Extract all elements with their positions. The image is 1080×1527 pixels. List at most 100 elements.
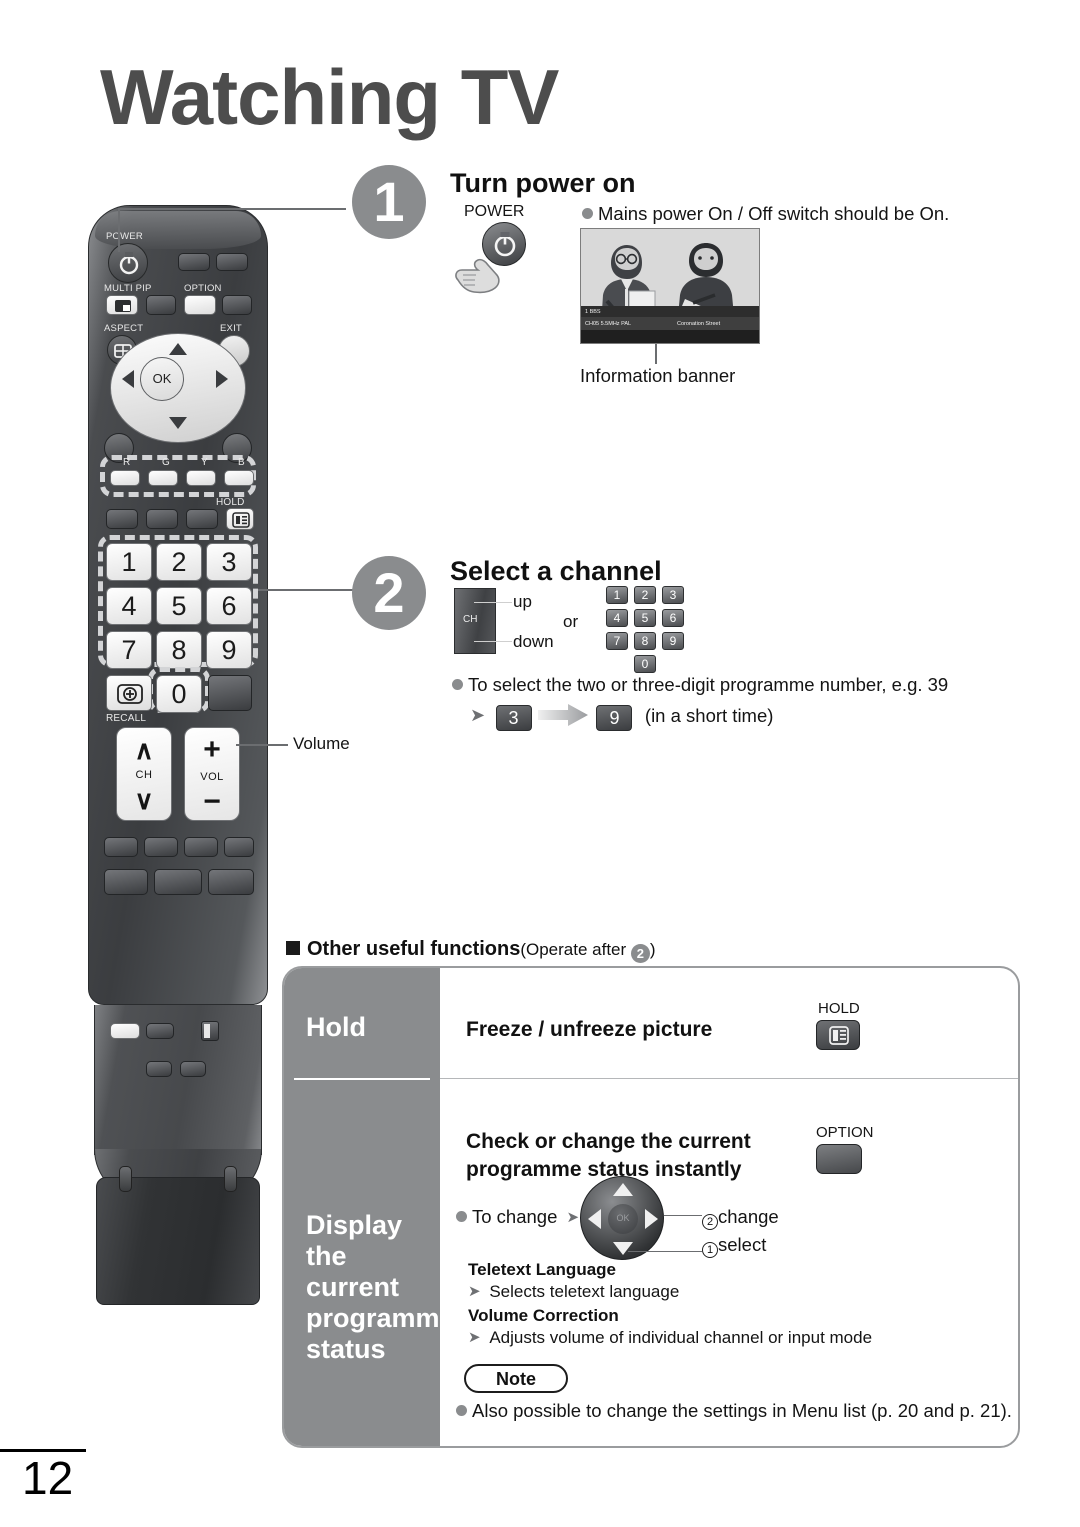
function-dpad-ok[interactable]: OK	[608, 1204, 638, 1234]
note-text: Also possible to change the settings in …	[472, 1400, 1012, 1421]
remote-key-9[interactable]: 9	[206, 631, 252, 669]
remote-colour-r-button[interactable]	[110, 470, 140, 486]
function-dpad-down-icon[interactable]	[613, 1242, 633, 1255]
step-2-ch-rocker[interactable]: CH	[454, 588, 496, 654]
remote-aux-button-4[interactable]	[222, 295, 252, 315]
hold-button[interactable]	[816, 1020, 860, 1050]
step-1-note-text: Mains power On / Off switch should be On…	[598, 203, 950, 224]
step-2-number: 2	[352, 556, 426, 630]
sub-arrow-icon: ➤	[468, 1329, 481, 1346]
bullet-icon	[456, 1211, 467, 1222]
remote-aux-button-7[interactable]	[106, 509, 138, 529]
remote-hold-button[interactable]	[226, 508, 254, 530]
remote-key-8[interactable]: 8	[156, 631, 202, 669]
remote-aux-button-16[interactable]	[154, 869, 202, 895]
remote-aux-button-20[interactable]	[201, 1021, 219, 1041]
channel-up-icon[interactable]: ∧	[117, 737, 171, 763]
remote-colour-g-button[interactable]	[148, 470, 178, 486]
remote-aspect-label: ASPECT	[104, 323, 144, 334]
option-button[interactable]	[816, 1144, 862, 1174]
remote-multipip-button[interactable]	[106, 295, 138, 315]
remote-aux-button-12[interactable]	[144, 837, 178, 857]
remote-hold-label: HOLD	[216, 497, 245, 508]
step2-key-0[interactable]: 0	[634, 655, 656, 673]
function-dpad-left-icon[interactable]	[588, 1209, 601, 1229]
remote-key-3[interactable]: 3	[206, 543, 252, 581]
function-row-1-title: Freeze / unfreeze picture	[466, 1018, 713, 1041]
remote-colour-y-button[interactable]	[186, 470, 216, 486]
example-key-second[interactable]: 9	[596, 704, 633, 731]
function-dpad-up-icon[interactable]	[613, 1183, 633, 1196]
remote-dpad-left-icon[interactable]	[122, 370, 134, 388]
remote-aux-button-10[interactable]	[208, 675, 252, 711]
remote-aux-button-21[interactable]	[146, 1061, 172, 1077]
functions-row-divider	[440, 1078, 1018, 1079]
remote-aux-button-13[interactable]	[184, 837, 218, 857]
sub-arrow-icon: ➤	[468, 1283, 481, 1300]
remote-aux-button-8[interactable]	[146, 509, 178, 529]
remote-aux-button-22[interactable]	[180, 1061, 206, 1077]
remote-ok-button[interactable]: OK	[140, 357, 184, 401]
pip-icon	[115, 300, 131, 312]
remote-aux-button-1[interactable]	[178, 253, 210, 271]
function-select-label: select	[718, 1234, 767, 1255]
other-functions-heading-text: Other useful functions	[307, 938, 521, 960]
remote-aux-button-3[interactable]	[146, 295, 176, 315]
step2-key-1[interactable]: 1	[606, 586, 628, 604]
remote-dpad-up-icon[interactable]	[169, 343, 187, 355]
function-dpad[interactable]: OK	[580, 1176, 664, 1260]
step2-key-4[interactable]: 4	[606, 609, 628, 627]
remote-aux-button-14[interactable]	[224, 837, 254, 857]
remote-key-5[interactable]: 5	[156, 587, 202, 625]
remote-aux-button-15[interactable]	[104, 869, 148, 895]
leader-volume	[236, 744, 288, 746]
example-key-first[interactable]: 3	[495, 704, 532, 731]
function-dpad-right-icon[interactable]	[645, 1209, 658, 1229]
leader-select	[628, 1251, 702, 1252]
step2-key-7[interactable]: 7	[606, 632, 628, 650]
remote-aux-button-9[interactable]	[186, 509, 218, 529]
remote-aux-button-19[interactable]	[146, 1023, 174, 1039]
volume-up-icon[interactable]: +	[185, 735, 239, 765]
step-2-ref-icon: 2	[630, 944, 650, 963]
remote-key-7[interactable]: 7	[106, 631, 152, 669]
function-change-callout: 2 change	[702, 1206, 779, 1230]
channel-down-icon[interactable]: ∨	[117, 787, 171, 813]
leader-power-horizontal	[118, 208, 346, 210]
step2-key-6[interactable]: 6	[662, 609, 684, 627]
remote-channel-rocker[interactable]: ∧ CH ∨	[116, 727, 172, 821]
function-row-2-label: Display the current programme status	[306, 1210, 455, 1365]
remote-key-2[interactable]: 2	[156, 543, 202, 581]
leader-power-vertical	[118, 208, 120, 252]
remote-volume-rocker[interactable]: + VOL −	[184, 727, 240, 821]
functions-left-divider	[294, 1078, 430, 1080]
remote-battery-flap	[96, 1166, 260, 1305]
recall-icon	[117, 684, 143, 704]
remote-aux-button-18[interactable]	[110, 1023, 140, 1039]
step2-key-9[interactable]: 9	[662, 632, 684, 650]
function-to-change-text: To change	[472, 1206, 558, 1227]
step2-key-3[interactable]: 3	[662, 586, 684, 604]
remote-recall-button[interactable]	[106, 675, 152, 711]
remote-key-1[interactable]: 1	[106, 543, 152, 581]
remote-key-6[interactable]: 6	[206, 587, 252, 625]
remote-aux-button-11[interactable]	[104, 837, 138, 857]
tv-screenshot: 1 BBS CH05 5.5MHz PAL Coronation Street	[580, 228, 760, 344]
remote-dpad-down-icon[interactable]	[169, 417, 187, 429]
remote-aux-button-17[interactable]	[208, 869, 254, 895]
teletext-language-desc: Selects teletext language	[489, 1282, 680, 1301]
remote-option-button[interactable]	[184, 295, 216, 315]
step2-key-2[interactable]: 2	[634, 586, 656, 604]
volume-down-icon[interactable]: −	[185, 787, 239, 817]
step2-key-8[interactable]: 8	[634, 632, 656, 650]
function-select-callout: 1 select	[702, 1234, 766, 1258]
remote-key-4[interactable]: 4	[106, 587, 152, 625]
remote-power-button[interactable]	[108, 243, 148, 283]
remote-colour-b-button[interactable]	[224, 470, 254, 486]
manual-page: Watching TV 12 POWER MULTI PIP OPTION AS…	[0, 0, 1080, 1527]
remote-dpad-right-icon[interactable]	[216, 370, 228, 388]
remote-key-0[interactable]: 0	[156, 675, 202, 713]
remote-aux-button-2[interactable]	[216, 253, 248, 271]
step2-key-5[interactable]: 5	[634, 609, 656, 627]
bullet-icon	[582, 208, 593, 219]
